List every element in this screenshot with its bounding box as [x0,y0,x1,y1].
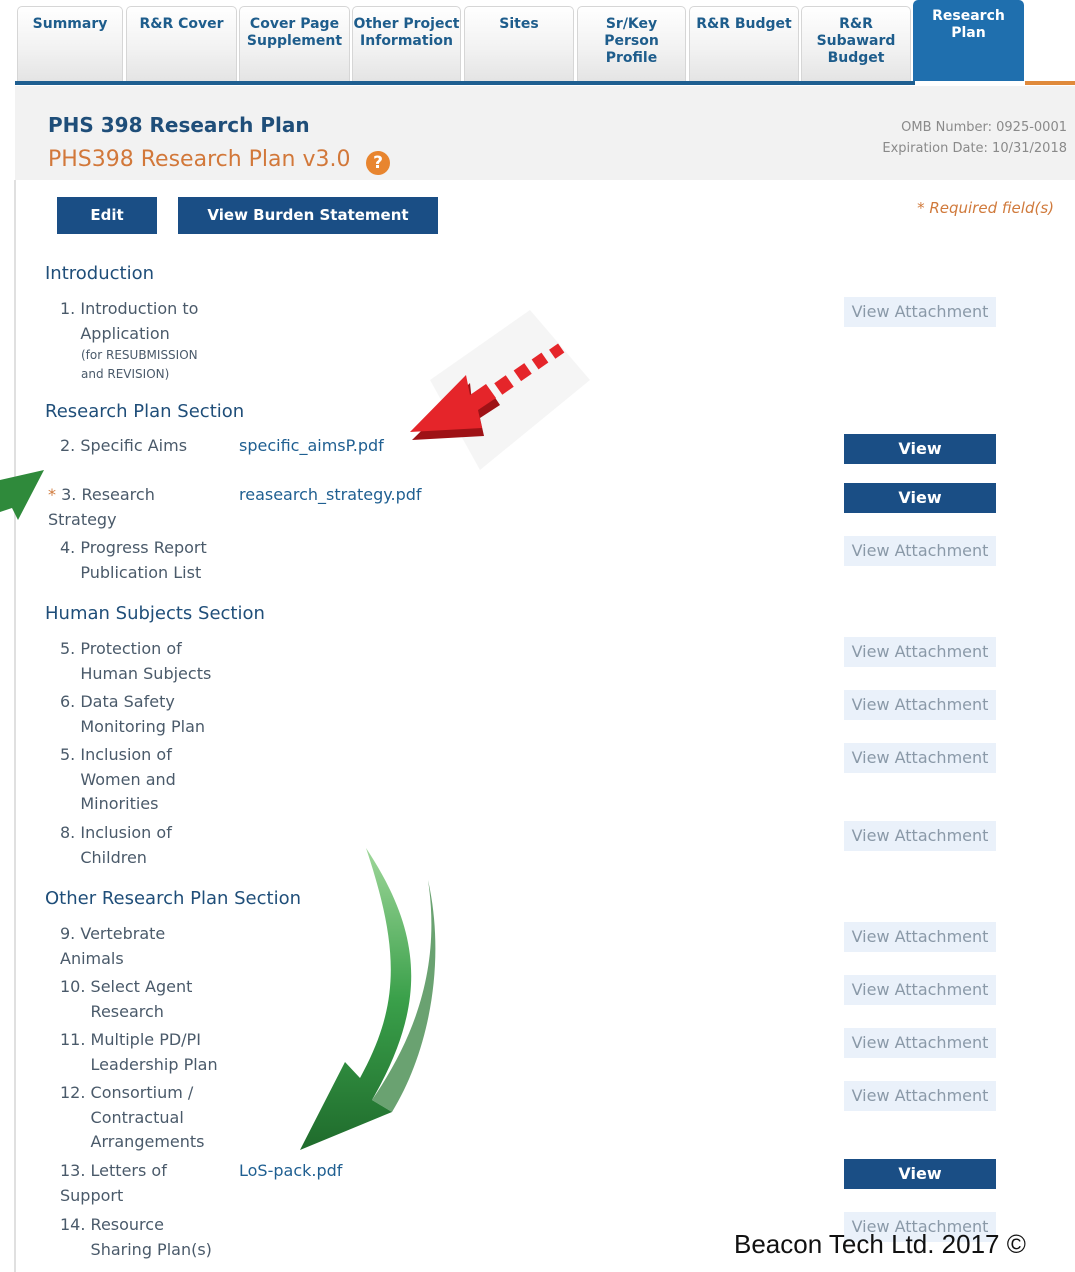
green-arrow-left-icon [0,470,44,520]
green-arrow-icon [300,848,436,1150]
watermark: Beacon Tech Ltd. 2017 © [734,1229,1026,1259]
annotation-overlay [0,310,590,1150]
